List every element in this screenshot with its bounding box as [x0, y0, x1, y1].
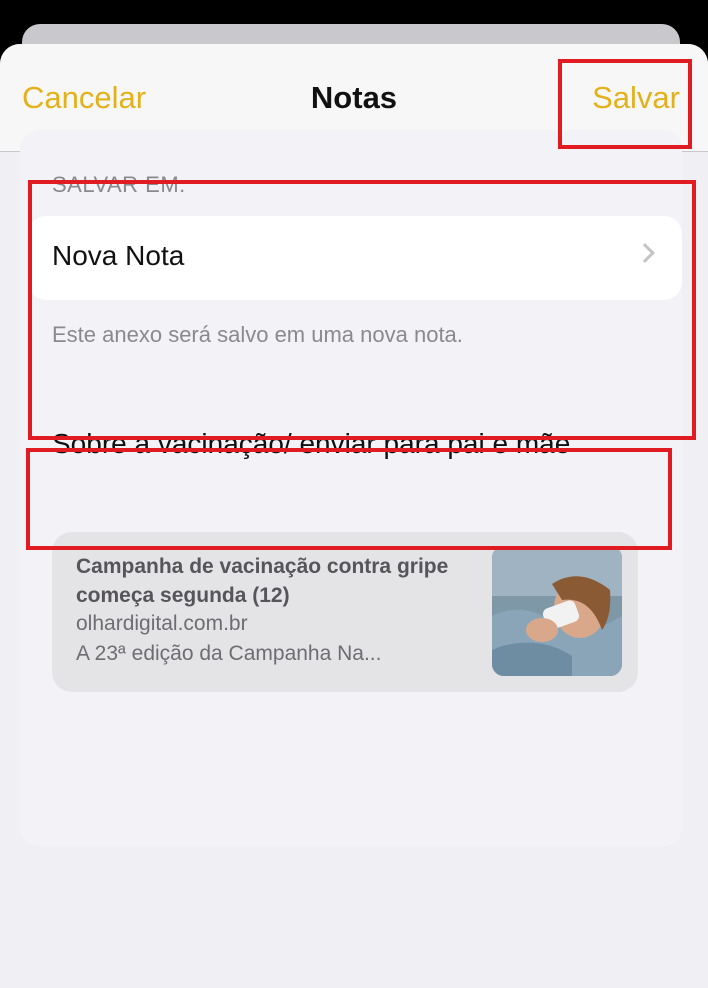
link-preview-title: Campanha de vacinação contra gripe começ…: [76, 555, 449, 607]
destination-row-nova-nota[interactable]: Nova Nota: [28, 216, 682, 300]
destination-label: Nova Nota: [52, 240, 185, 271]
link-preview-description: A 23ª edição da Campanha Na...: [76, 642, 382, 665]
link-preview-card[interactable]: Campanha de vacinação contra gripe começ…: [52, 532, 638, 692]
save-to-header: SALVAR EM:: [52, 172, 186, 197]
save-to-footer: Este anexo será salvo em uma nova nota.: [52, 322, 463, 347]
link-preview-thumbnail: [492, 546, 622, 676]
thumbnail-image-icon: [492, 546, 622, 676]
chevron-right-icon: [635, 243, 655, 263]
link-preview-domain: olhardigital.com.br: [76, 612, 248, 635]
save-button[interactable]: Salvar: [592, 80, 680, 116]
note-text-field[interactable]: Sobre a vacinação/ enviar para pai e mãe: [52, 428, 570, 460]
screen: Cancelar Notas Salvar SALVAR EM: Nova No…: [0, 0, 708, 988]
